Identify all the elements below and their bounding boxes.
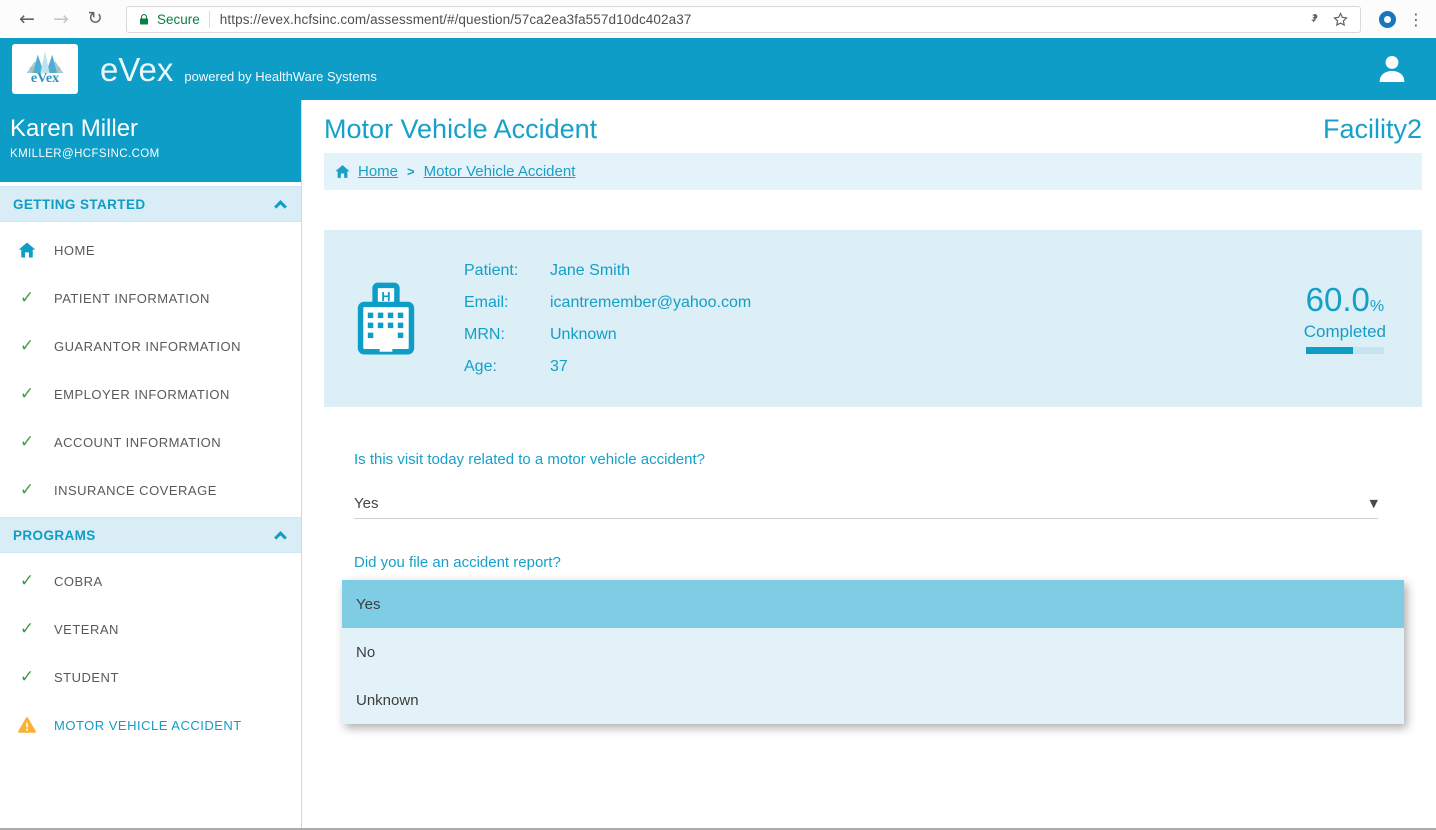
patient-label: Patient:	[464, 262, 550, 280]
progress-bar-fill	[1306, 347, 1353, 354]
home-icon	[15, 240, 39, 260]
sidebar-item-label: STUDENT	[54, 670, 119, 685]
url-input[interactable]: https://evex.hcfsinc.com/assessment/#/qu…	[220, 12, 1295, 27]
completion-progress: 60.0% Completed	[1304, 283, 1394, 354]
sidebar-item-label: PATIENT INFORMATION	[54, 291, 210, 306]
extension-icon[interactable]	[1379, 11, 1396, 28]
facility-label: Facility2	[1323, 112, 1422, 146]
sidebar-item-student[interactable]: ✓ STUDENT	[0, 653, 301, 701]
svg-text:H: H	[381, 288, 390, 303]
check-icon: ✓	[15, 573, 39, 590]
evex-logo: eVex	[12, 44, 78, 94]
sidebar-item-label: MOTOR VEHICLE ACCIDENT	[54, 718, 242, 733]
sidebar-item-motor-vehicle-accident[interactable]: MOTOR VEHICLE ACCIDENT	[0, 701, 301, 749]
logo-text: eVex	[31, 71, 59, 87]
email-value: icantremember@yahoo.com	[550, 294, 751, 312]
bookmark-star-icon[interactable]	[1332, 11, 1349, 28]
question-1-selected-value: Yes	[354, 495, 378, 512]
secure-lock-icon[interactable]	[138, 12, 150, 27]
question-2: Did you file an accident report?	[354, 554, 1392, 571]
section-label: PROGRAMS	[13, 528, 96, 543]
user-name: Karen Miller	[10, 115, 291, 143]
sidebar-item-label: EMPLOYER INFORMATION	[54, 387, 230, 402]
back-icon[interactable]: ←	[10, 10, 44, 29]
getting-started-list: HOME ✓ PATIENT INFORMATION ✓ GUARANTOR I…	[0, 222, 301, 514]
page-title: Motor Vehicle Accident	[324, 112, 597, 146]
user-block: Karen Miller KMILLER@HCFSINC.COM	[0, 100, 301, 182]
sidebar-item-employer-information[interactable]: ✓ EMPLOYER INFORMATION	[0, 370, 301, 418]
progress-percent: 60.0	[1306, 281, 1370, 318]
dropdown-option-yes[interactable]: Yes	[342, 580, 1404, 628]
check-icon: ✓	[15, 482, 39, 499]
breadcrumb: Home > Motor Vehicle Accident	[324, 153, 1422, 190]
app-header: eVex eVex powered by HealthWare Systems	[0, 38, 1436, 100]
breadcrumb-home-icon[interactable]	[334, 163, 351, 180]
patient-value: Jane Smith	[550, 262, 751, 280]
sidebar: Karen Miller KMILLER@HCFSINC.COM GETTING…	[0, 100, 302, 828]
question-1: Is this visit today related to a motor v…	[354, 451, 1392, 468]
user-email: KMILLER@HCFSINC.COM	[10, 148, 291, 160]
percent-sign: %	[1370, 298, 1384, 315]
secure-label: Secure	[157, 12, 200, 27]
url-divider	[209, 11, 210, 28]
age-label: Age:	[464, 358, 550, 376]
sidebar-item-label: INSURANCE COVERAGE	[54, 483, 217, 498]
age-value: 37	[550, 358, 751, 376]
check-icon: ✓	[15, 434, 39, 451]
user-profile-icon[interactable]	[1374, 51, 1410, 87]
dropdown-caret-icon: ▼	[1370, 497, 1378, 510]
mrn-label: MRN:	[464, 326, 550, 344]
question-1-select[interactable]: Yes ▼	[354, 489, 1378, 519]
sidebar-item-cobra[interactable]: ✓ COBRA	[0, 557, 301, 605]
check-icon: ✓	[15, 290, 39, 307]
main-content: Motor Vehicle Accident Facility2 Home > …	[303, 100, 1436, 828]
sidebar-item-account-information[interactable]: ✓ ACCOUNT INFORMATION	[0, 418, 301, 466]
breadcrumb-separator: >	[407, 164, 415, 179]
browser-toolbar: ← → ↻ Secure https://evex.hcfsinc.com/as…	[0, 0, 1436, 38]
question-2-dropdown: Yes No Unknown	[342, 580, 1404, 724]
powered-by-label: powered by HealthWare Systems	[184, 69, 376, 86]
breadcrumb-home-link[interactable]: Home	[358, 163, 398, 180]
refresh-icon[interactable]: ↻	[78, 10, 112, 28]
dropdown-option-unknown[interactable]: Unknown	[342, 676, 1404, 724]
brand-name: eVex	[100, 53, 173, 86]
sidebar-item-label: ACCOUNT INFORMATION	[54, 435, 221, 450]
sidebar-item-veteran[interactable]: ✓ VETERAN	[0, 605, 301, 653]
check-icon: ✓	[15, 386, 39, 403]
dropdown-option-no[interactable]: No	[342, 628, 1404, 676]
chevron-up-icon	[274, 531, 287, 544]
chevron-up-icon	[274, 200, 287, 213]
section-programs[interactable]: PROGRAMS	[0, 517, 301, 553]
email-label: Email:	[464, 294, 550, 312]
breadcrumb-current-link[interactable]: Motor Vehicle Accident	[424, 163, 576, 180]
logo-burst-icon	[24, 51, 66, 73]
section-label: GETTING STARTED	[13, 197, 146, 212]
completed-label: Completed	[1304, 322, 1386, 342]
sidebar-item-label: COBRA	[54, 574, 103, 589]
progress-bar	[1306, 347, 1384, 354]
warning-icon	[15, 715, 39, 735]
check-icon: ✓	[15, 669, 39, 686]
password-key-icon[interactable]	[1303, 12, 1318, 27]
sidebar-item-guarantor-information[interactable]: ✓ GUARANTOR INFORMATION	[0, 322, 301, 370]
url-bar[interactable]: Secure https://evex.hcfsinc.com/assessme…	[126, 6, 1361, 33]
mrn-value: Unknown	[550, 326, 751, 344]
check-icon: ✓	[15, 338, 39, 355]
sidebar-item-insurance-coverage[interactable]: ✓ INSURANCE COVERAGE	[0, 466, 301, 514]
sidebar-item-home[interactable]: HOME	[0, 226, 301, 274]
browser-menu-icon[interactable]: ⋮	[1406, 10, 1426, 29]
patient-summary-card: H Patient: Jane Smith Email: icantrememb…	[324, 230, 1422, 407]
sidebar-item-patient-information[interactable]: ✓ PATIENT INFORMATION	[0, 274, 301, 322]
check-icon: ✓	[15, 621, 39, 638]
forward-icon[interactable]: →	[44, 10, 78, 29]
hospital-icon: H	[356, 282, 416, 356]
sidebar-item-label: HOME	[54, 243, 95, 258]
programs-list: ✓ COBRA ✓ VETERAN ✓ STUDENT MOTOR VEHICL…	[0, 553, 301, 749]
patient-info: Patient: Jane Smith Email: icantremember…	[464, 262, 751, 376]
section-getting-started[interactable]: GETTING STARTED	[0, 186, 301, 222]
sidebar-item-label: GUARANTOR INFORMATION	[54, 339, 241, 354]
sidebar-item-label: VETERAN	[54, 622, 119, 637]
